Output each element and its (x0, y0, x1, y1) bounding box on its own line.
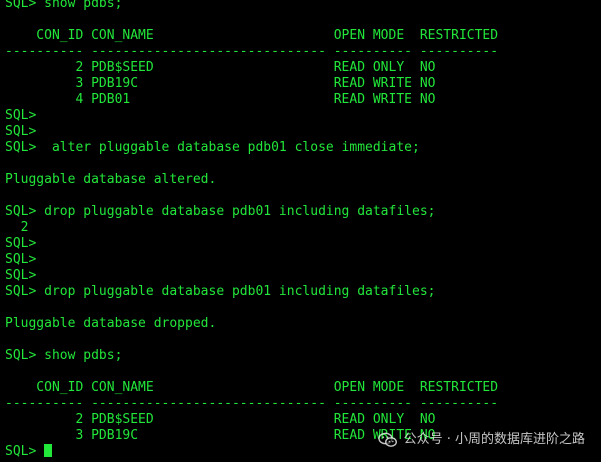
output-line: 3 PDB19C READ WRITE NO (5, 428, 436, 443)
output-line: SQL> (5, 124, 37, 139)
output-line: SQL> drop pluggable database pdb01 inclu… (5, 204, 436, 219)
output-line: ---------- -----------------------------… (5, 396, 499, 411)
output-line: SQL> (5, 268, 37, 283)
output-line: SQL> (5, 252, 37, 267)
output-line: 3 PDB19C READ WRITE NO (5, 76, 436, 91)
output-line: 2 PDB$SEED READ ONLY NO (5, 60, 436, 75)
output-line: 2 (5, 220, 29, 235)
prompt-text: SQL> (5, 444, 45, 459)
output-line: 4 PDB01 READ WRITE NO (5, 92, 436, 107)
output-line: SQL> (5, 236, 37, 251)
prompt-line[interactable]: SQL> (5, 444, 601, 460)
output-line: Pluggable database dropped. (5, 316, 217, 331)
output-line: SQL> show pdbs; (5, 348, 123, 363)
output-line: ---------- -----------------------------… (5, 44, 499, 59)
output-line: SQL> (5, 108, 37, 123)
terminal-window[interactable]: SQL> show pdbs; CON_ID CON_NAME OPEN MOD… (0, 0, 601, 462)
output-line: SQL> alter pluggable database pdb01 clos… (5, 140, 420, 155)
output-line: Pluggable database altered. (5, 172, 217, 187)
output-line: SQL> show pdbs; (5, 0, 123, 11)
cursor (44, 444, 53, 457)
output-line: CON_ID CON_NAME OPEN MODE RESTRICTED (5, 380, 499, 395)
output-line: SQL> drop pluggable database pdb01 inclu… (5, 284, 436, 299)
output-line: CON_ID CON_NAME OPEN MODE RESTRICTED (5, 28, 499, 43)
output-line: 2 PDB$SEED READ ONLY NO (5, 412, 436, 427)
